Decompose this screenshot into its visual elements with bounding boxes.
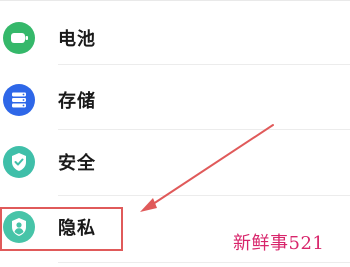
- settings-item-label: 安全: [58, 153, 96, 174]
- settings-item-label: 电池: [58, 29, 96, 50]
- shield-check-icon: [3, 146, 35, 178]
- top-divider: [0, 0, 350, 1]
- settings-item-storage[interactable]: 存储: [0, 67, 350, 133]
- settings-item-battery[interactable]: 电池: [0, 5, 350, 71]
- storage-icon: [3, 84, 35, 116]
- highlight-box: [0, 207, 123, 251]
- battery-icon: [3, 22, 35, 54]
- settings-item-label: 存储: [58, 91, 96, 112]
- divider: [58, 64, 350, 65]
- settings-item-security[interactable]: 安全: [0, 129, 350, 195]
- divider: [58, 262, 350, 263]
- watermark: 新鲜事521: [233, 233, 325, 254]
